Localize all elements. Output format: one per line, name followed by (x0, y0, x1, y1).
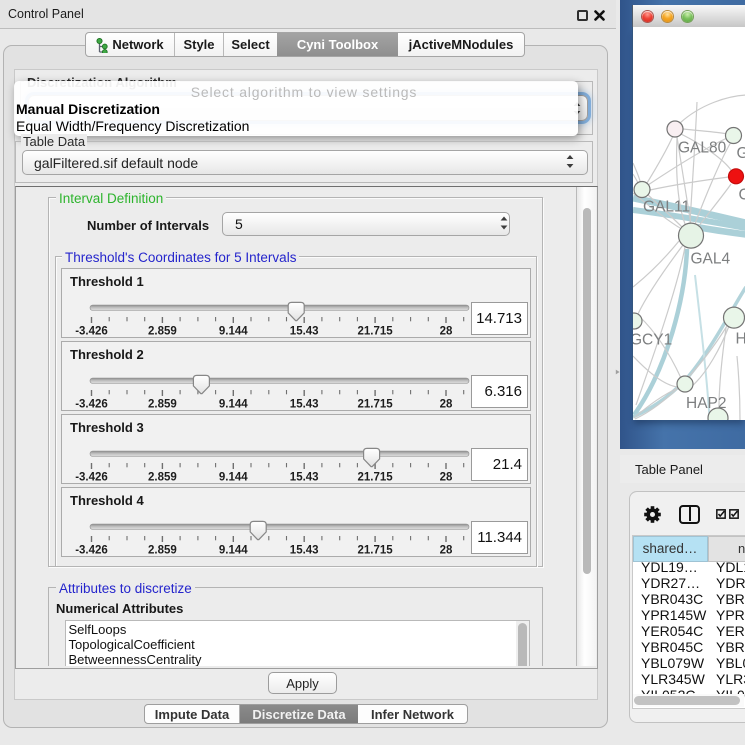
svg-text:2.859: 2.859 (148, 399, 177, 411)
svg-text:15.43: 15.43 (290, 472, 319, 484)
svg-text:-3.426: -3.426 (75, 326, 108, 338)
svg-text:21.715: 21.715 (358, 399, 394, 411)
svg-text:9.144: 9.144 (219, 545, 248, 557)
svg-text:21.715: 21.715 (358, 545, 394, 557)
svg-text:-3.426: -3.426 (75, 399, 108, 411)
svg-text:GAL11: GAL11 (643, 199, 690, 216)
svg-text:21.715: 21.715 (358, 472, 394, 484)
svg-text:GAL80: GAL80 (678, 140, 727, 157)
svg-text:28: 28 (440, 399, 453, 411)
svg-text:9.144: 9.144 (219, 326, 248, 338)
svg-text:2.859: 2.859 (148, 472, 177, 484)
svg-text:GCY1: GCY1 (633, 332, 672, 349)
svg-text:HAP2: HAP2 (686, 395, 727, 412)
svg-text:GAL4: GAL4 (691, 251, 731, 268)
svg-text:15.43: 15.43 (290, 326, 319, 338)
svg-text:28: 28 (440, 472, 453, 484)
svg-text:9.144: 9.144 (219, 472, 248, 484)
svg-text:CA: CA (739, 187, 745, 204)
svg-text:21.715: 21.715 (358, 326, 394, 338)
svg-text:-3.426: -3.426 (75, 545, 108, 557)
svg-text:28: 28 (440, 326, 453, 338)
svg-text:9.144: 9.144 (219, 399, 248, 411)
svg-text:28: 28 (440, 545, 453, 557)
svg-text:2.859: 2.859 (148, 326, 177, 338)
svg-text:GA: GA (737, 145, 745, 162)
svg-text:15.43: 15.43 (290, 545, 319, 557)
svg-text:15.43: 15.43 (290, 399, 319, 411)
svg-text:2.859: 2.859 (148, 545, 177, 557)
svg-text:HA: HA (736, 331, 745, 348)
svg-text:-3.426: -3.426 (75, 472, 108, 484)
